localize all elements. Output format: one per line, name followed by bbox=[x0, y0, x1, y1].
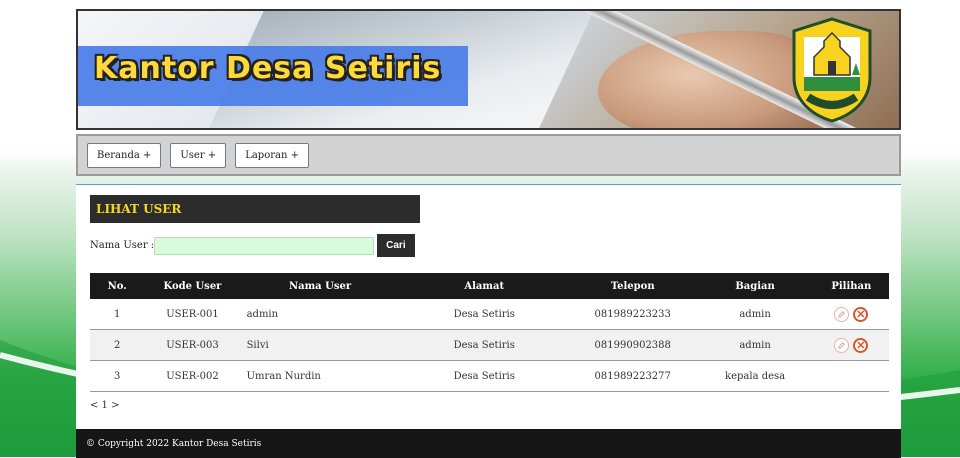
table-row: 3 USER-002 Umran Nurdin Desa Setiris 081… bbox=[90, 360, 889, 392]
col-no: No. bbox=[90, 273, 145, 299]
cell-pilihan bbox=[813, 360, 889, 392]
search-input[interactable] bbox=[154, 236, 375, 255]
cell-nama: Umran Nurdin bbox=[240, 360, 400, 392]
pagination[interactable]: < 1 > bbox=[90, 400, 119, 411]
main-nav: Beranda + User + Laporan + bbox=[76, 134, 901, 176]
search-button[interactable]: Cari bbox=[377, 234, 415, 257]
cell-alamat: Desa Setiris bbox=[399, 360, 569, 392]
col-alamat: Alamat bbox=[399, 273, 569, 299]
nav-laporan[interactable]: Laporan + bbox=[235, 142, 309, 168]
col-kode-user: Kode User bbox=[144, 273, 241, 299]
cell-nama: Silvi bbox=[240, 329, 400, 361]
search-form: Nama User : Cari bbox=[90, 234, 415, 257]
cell-kode: USER-003 bbox=[144, 329, 241, 361]
page-container: Kantor Desa Setiris Beranda + User + Lap… bbox=[76, 9, 901, 458]
cell-alamat: Desa Setiris bbox=[399, 299, 569, 330]
cell-telepon: 081989223277 bbox=[568, 360, 697, 392]
cell-pilihan: ✕ bbox=[813, 299, 889, 330]
pencil-icon[interactable] bbox=[834, 306, 850, 322]
regency-logo bbox=[792, 17, 872, 123]
section-title: LIHAT USER bbox=[90, 195, 420, 223]
close-circle-icon[interactable]: ✕ bbox=[853, 337, 869, 353]
cell-no: 3 bbox=[90, 360, 145, 392]
cell-pilihan: ✕ bbox=[813, 329, 889, 361]
cell-no: 1 bbox=[90, 299, 145, 330]
table-row: 1 USER-001 admin Desa Setiris 0819892232… bbox=[90, 299, 889, 330]
col-telepon: Telepon bbox=[568, 273, 697, 299]
cell-bagian: kepala desa bbox=[696, 360, 814, 392]
cell-kode: USER-001 bbox=[144, 299, 241, 330]
col-bagian: Bagian bbox=[696, 273, 814, 299]
cell-kode: USER-002 bbox=[144, 360, 241, 392]
col-nama-user: Nama User bbox=[240, 273, 400, 299]
close-circle-icon[interactable]: ✕ bbox=[853, 306, 869, 322]
header-banner: Kantor Desa Setiris bbox=[76, 9, 901, 130]
cell-telepon: 081989223233 bbox=[568, 299, 697, 330]
cell-no: 2 bbox=[90, 329, 145, 361]
cell-bagian: admin bbox=[696, 299, 814, 330]
nav-user[interactable]: User + bbox=[170, 142, 227, 168]
site-title: Kantor Desa Setiris bbox=[94, 51, 442, 86]
table-header-row: No. Kode User Nama User Alamat Telepon B… bbox=[90, 273, 889, 299]
search-label: Nama User : bbox=[90, 240, 155, 251]
col-pilihan: Pilihan bbox=[813, 273, 889, 299]
cell-telepon: 081990902388 bbox=[568, 329, 697, 361]
nav-beranda[interactable]: Beranda + bbox=[87, 142, 162, 168]
user-table: No. Kode User Nama User Alamat Telepon B… bbox=[90, 273, 889, 392]
cell-nama: admin bbox=[240, 299, 400, 330]
cell-bagian: admin bbox=[696, 329, 814, 361]
footer: © Copyright 2022 Kantor Desa Setiris bbox=[76, 429, 901, 458]
content-panel: LIHAT USER Nama User : Cari No. Kode Use… bbox=[76, 184, 901, 429]
cell-alamat: Desa Setiris bbox=[399, 329, 569, 361]
table-row: 2 USER-003 Silvi Desa Setiris 0819909023… bbox=[90, 329, 889, 361]
pencil-icon[interactable] bbox=[834, 337, 850, 353]
